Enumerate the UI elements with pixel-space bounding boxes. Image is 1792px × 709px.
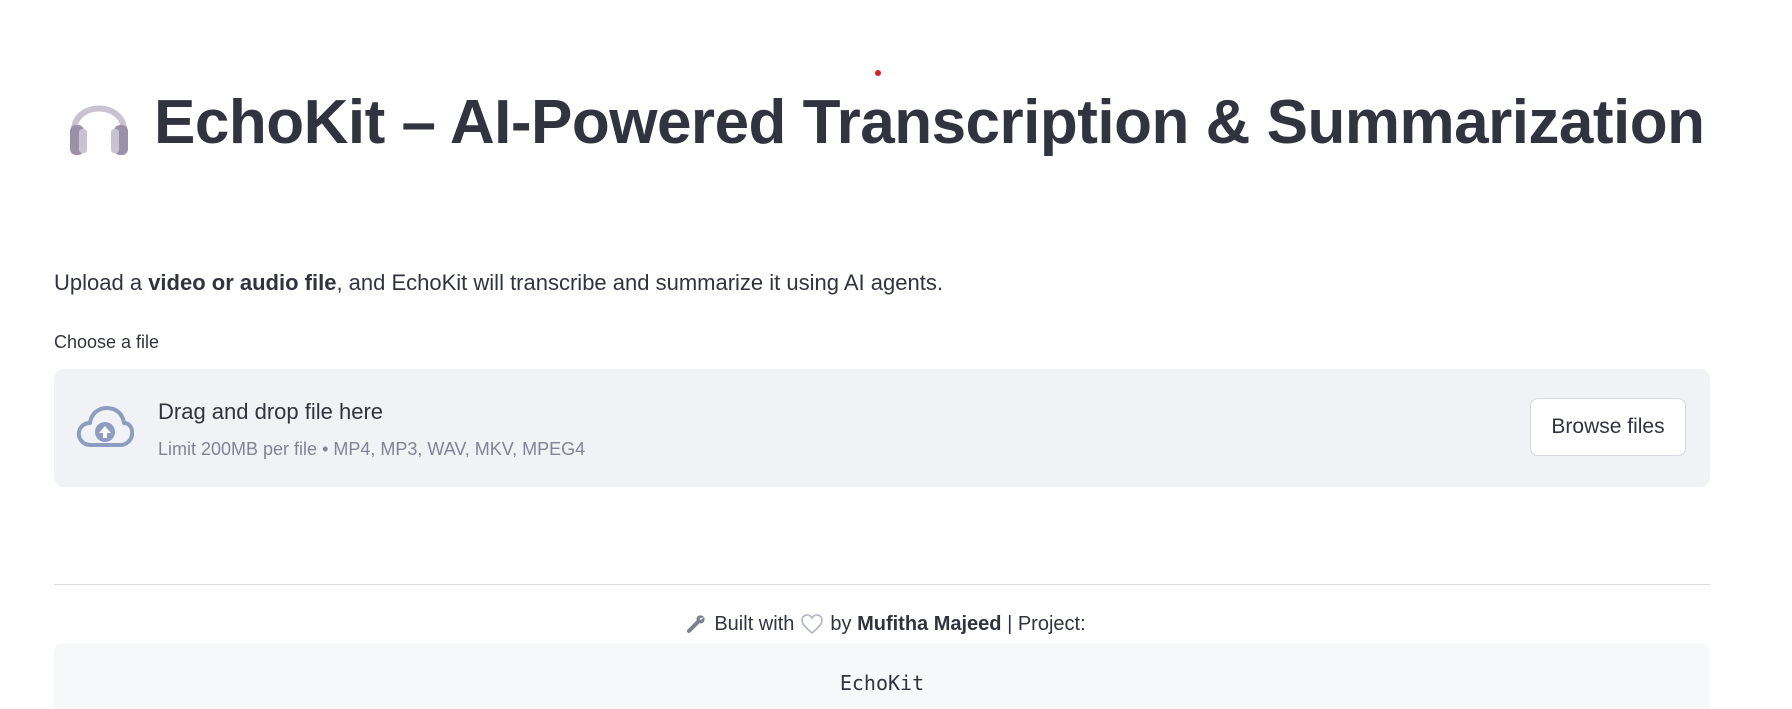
dropzone-limit-text: Limit 200MB per file • MP4, MP3, WAV, MK… bbox=[158, 439, 586, 459]
browse-files-button[interactable]: Browse files bbox=[1530, 398, 1686, 456]
footer-author: Mufitha Majeed bbox=[857, 612, 1002, 635]
cloud-upload-icon bbox=[76, 405, 135, 451]
page-title: EchoKit – AI-Powered Transcription & Sum… bbox=[154, 87, 1705, 157]
dropzone-instructions: Drag and drop file here bbox=[158, 399, 384, 424]
file-uploader-label: Choose a file bbox=[54, 332, 160, 352]
project-code-text: EchoKit bbox=[839, 671, 925, 695]
footer-by: by bbox=[830, 612, 852, 635]
file-dropzone[interactable]: Drag and drop file here Limit 200MB per … bbox=[54, 369, 1710, 487]
intro-prefix: Upload a bbox=[54, 270, 149, 295]
footer-built-with: Built with bbox=[714, 612, 795, 635]
intro-suffix: , and EchoKit will transcribe and summar… bbox=[336, 270, 943, 295]
headphones-icon bbox=[64, 86, 134, 158]
heart-icon bbox=[800, 613, 824, 635]
project-code-block: EchoKit bbox=[54, 643, 1710, 709]
intro-text: Upload a video or audio file, and EchoKi… bbox=[54, 270, 943, 296]
status-indicator-dot bbox=[875, 70, 881, 76]
footer-credits: Built with by Mufitha Majeed | Project: bbox=[0, 612, 1764, 636]
footer-project-label: | Project: bbox=[1007, 612, 1086, 635]
page-header: EchoKit – AI-Powered Transcription & Sum… bbox=[64, 82, 1705, 162]
app-page: EchoKit – AI-Powered Transcription & Sum… bbox=[0, 0, 1792, 709]
intro-bold: video or audio file bbox=[148, 270, 337, 295]
section-divider bbox=[54, 584, 1710, 585]
wrench-icon bbox=[684, 612, 708, 636]
